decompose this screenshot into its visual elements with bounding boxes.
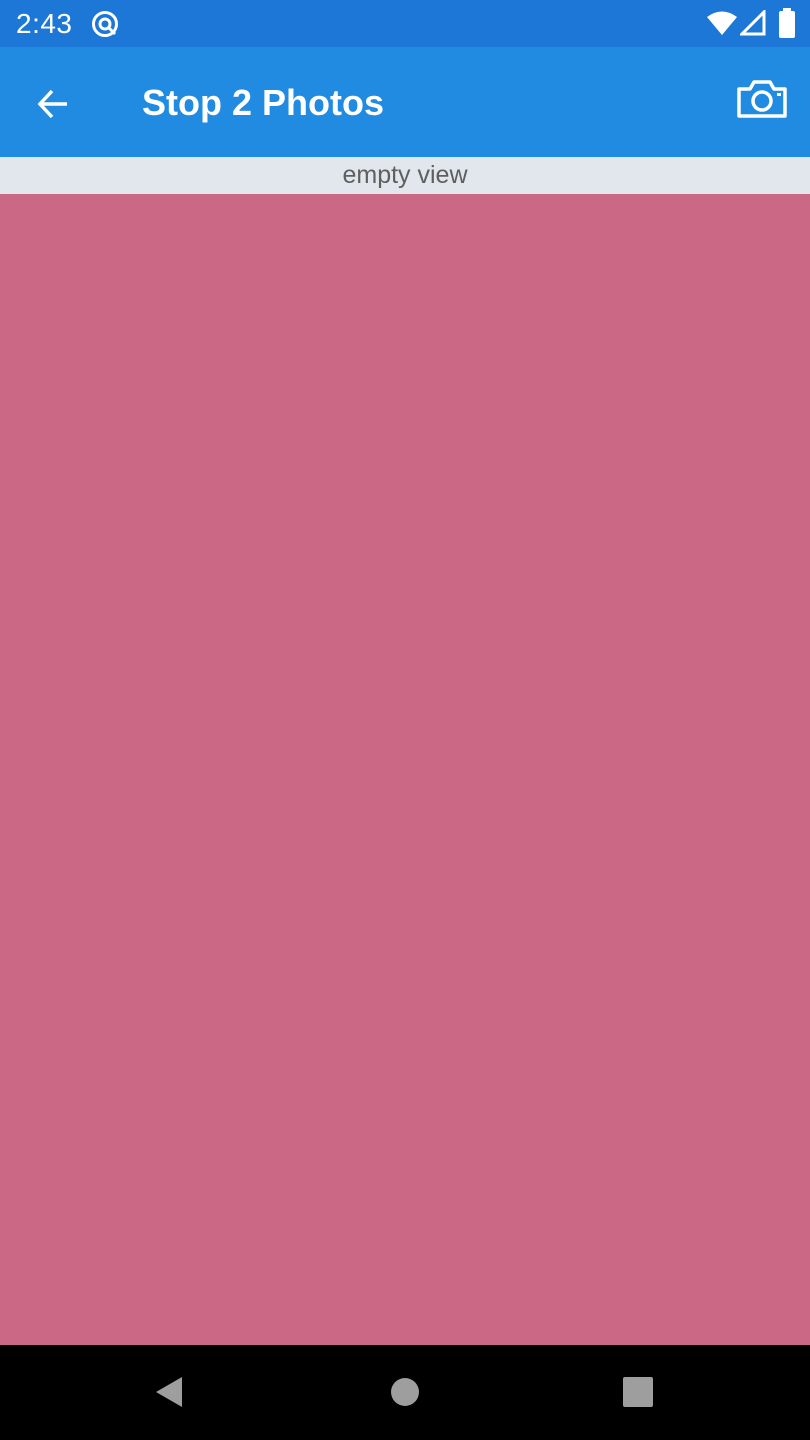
nav-back-button[interactable] [150, 1372, 190, 1412]
battery-icon [778, 8, 796, 38]
app-notification-icon [90, 9, 120, 39]
camera-icon [737, 80, 787, 118]
screen: 2:43 Stop 2 Photos empty view [0, 0, 810, 1440]
page-title: Stop 2 Photos [142, 82, 384, 123]
back-triangle-icon [156, 1377, 182, 1407]
nav-recents-button[interactable] [618, 1372, 658, 1412]
back-button[interactable] [24, 75, 82, 133]
navigation-bar [0, 1345, 810, 1440]
signal-icon [738, 8, 766, 36]
status-bar: 2:43 [0, 0, 810, 47]
recents-square-icon [623, 1377, 653, 1407]
empty-view-label: empty view [342, 161, 468, 189]
empty-view-banner: empty view [0, 157, 810, 194]
app-bar: Stop 2 Photos [0, 47, 810, 157]
status-time: 2:43 [16, 8, 73, 39]
home-circle-icon [391, 1378, 419, 1406]
photo-list-area[interactable] [0, 194, 810, 1345]
nav-home-button[interactable] [385, 1372, 425, 1412]
arrow-back-icon [37, 89, 67, 119]
wifi-icon [706, 10, 738, 36]
camera-button[interactable] [728, 73, 798, 133]
